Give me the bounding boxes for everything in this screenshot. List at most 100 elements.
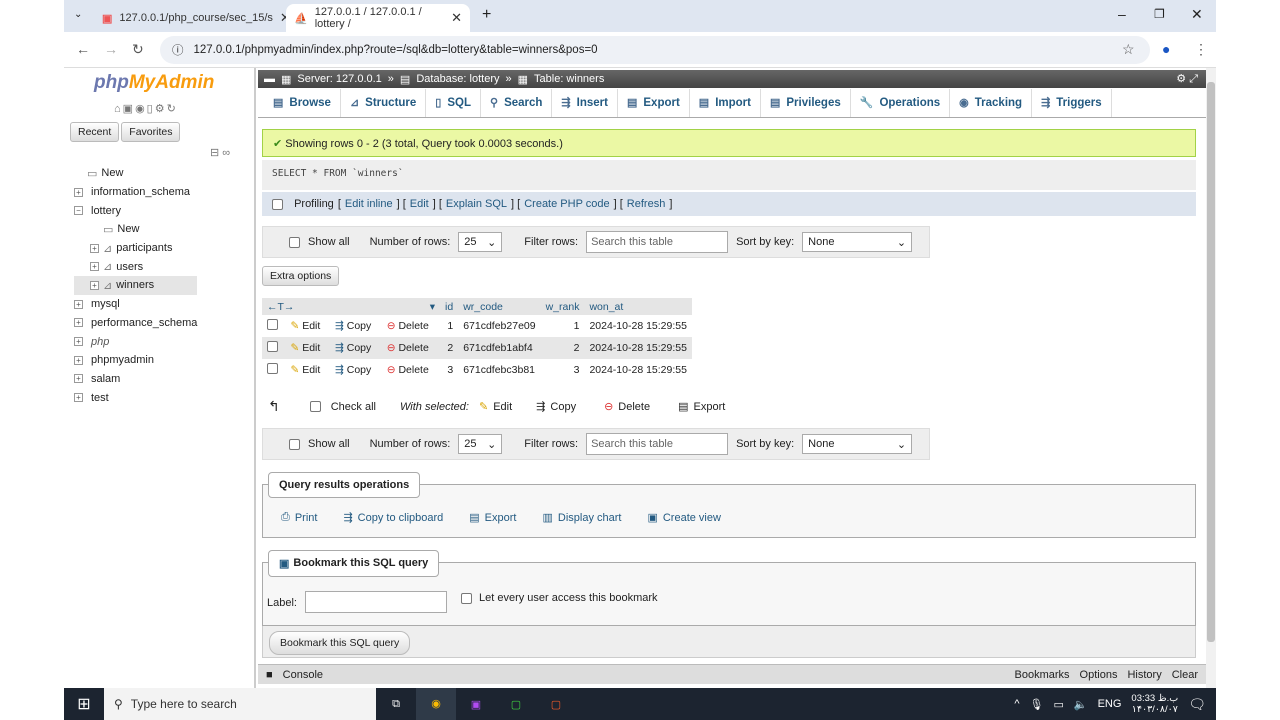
- phpmyadmin-logo[interactable]: phpMyAdmin: [94, 72, 214, 94]
- tab-sql[interactable]: ▯ SQL: [426, 88, 481, 117]
- notifications-icon[interactable]: 🗨: [1188, 696, 1206, 713]
- app-green-icon[interactable]: ▢: [496, 698, 536, 711]
- phpstorm-icon[interactable]: ▣: [456, 698, 496, 711]
- cell-won-at[interactable]: 2024-10-28 15:29:55: [584, 337, 692, 359]
- console-options[interactable]: Options: [1080, 669, 1118, 681]
- tree-item[interactable]: − lottery: [74, 201, 197, 220]
- app-orange-icon[interactable]: ▢: [536, 698, 576, 711]
- tree-item[interactable]: ▭ New: [74, 164, 197, 183]
- check-all-label[interactable]: Check all: [331, 401, 376, 413]
- minimize-icon[interactable]: –: [1118, 6, 1126, 22]
- bulk-edit-button[interactable]: ✎ Edit: [479, 400, 512, 414]
- help-icon[interactable]: ◉: [135, 103, 147, 115]
- site-info-icon[interactable]: ⓘ: [172, 42, 184, 58]
- edit-row-button[interactable]: ✎ Edit: [285, 337, 330, 359]
- edit-link[interactable]: Edit: [410, 198, 429, 210]
- close-window-icon[interactable]: ✕: [1191, 6, 1203, 23]
- volume-icon[interactable]: 🔈: [1074, 698, 1088, 711]
- column-header-id[interactable]: id: [440, 298, 459, 315]
- tab-search-chevron-icon[interactable]: ⌄: [74, 9, 82, 20]
- copy-row-button[interactable]: ⇶ Copy: [330, 337, 382, 359]
- language-indicator[interactable]: ENG: [1098, 698, 1122, 710]
- console-clear[interactable]: Clear: [1172, 669, 1198, 681]
- tab-tracking[interactable]: ◉ Tracking: [950, 88, 1033, 117]
- breadcrumb-server[interactable]: Server: 127.0.0.1: [297, 73, 381, 85]
- settings-icon[interactable]: ⚙ ⤢: [1176, 72, 1198, 86]
- recent-tab[interactable]: Recent: [70, 122, 120, 142]
- delete-row-button[interactable]: ⊖ Delete: [382, 315, 440, 337]
- row-checkbox[interactable]: [267, 319, 278, 330]
- tab-operations[interactable]: 🔧 Operations: [851, 88, 951, 117]
- refresh-link[interactable]: Refresh: [627, 198, 666, 210]
- tree-item[interactable]: + mysql: [74, 295, 197, 314]
- network-icon[interactable]: ▭: [1053, 698, 1063, 711]
- console-toggle[interactable]: Console: [283, 669, 323, 681]
- tree-item[interactable]: + ⊿ participants: [74, 239, 197, 258]
- show-all-label[interactable]: Show all: [308, 438, 350, 450]
- tree-item[interactable]: + salam: [74, 370, 197, 389]
- clock[interactable]: 03:33 ب.ظ ۱۴۰۳/۰۸/۰۷: [1131, 693, 1178, 715]
- back-icon[interactable]: ←: [76, 41, 90, 57]
- sort-select[interactable]: None ⌄: [802, 232, 913, 252]
- cell-w-rank[interactable]: 2: [540, 337, 585, 359]
- tab-triggers[interactable]: ⇶ Triggers: [1032, 88, 1112, 117]
- expand-icon[interactable]: +: [74, 393, 83, 403]
- tree-item[interactable]: + phpmyadmin: [74, 351, 197, 370]
- collapse-panel-icon[interactable]: ▬: [264, 73, 275, 85]
- cell-id[interactable]: 3: [440, 359, 458, 381]
- windows-start-icon[interactable]: ⊞: [64, 694, 104, 714]
- rows-select[interactable]: 25 ⌄: [458, 232, 503, 252]
- expand-icon[interactable]: +: [90, 280, 99, 290]
- export-link[interactable]: ▤ Export: [469, 511, 516, 525]
- edit-row-button[interactable]: ✎ Edit: [285, 315, 330, 337]
- extra-options-button[interactable]: Extra options: [262, 266, 340, 286]
- cell-wr-code[interactable]: 671cdfeb1abf4: [458, 337, 541, 359]
- close-tab-icon[interactable]: ✕: [451, 10, 462, 26]
- tree-item[interactable]: + ⊿ users: [74, 257, 197, 276]
- tree-item[interactable]: + ⊿ winners: [74, 276, 198, 295]
- cell-id[interactable]: 2: [440, 337, 459, 359]
- expand-icon[interactable]: +: [74, 318, 83, 328]
- check-all-checkbox[interactable]: [309, 401, 321, 412]
- create-php-code-link[interactable]: Create PHP code: [524, 198, 609, 210]
- public-bookmark-label[interactable]: Let every user access this bookmark: [479, 592, 658, 604]
- bookmark-star-icon[interactable]: ☆: [1122, 41, 1135, 58]
- profile-icon[interactable]: ●: [1162, 41, 1170, 57]
- delete-row-button[interactable]: ⊖ Delete: [382, 359, 440, 381]
- collapse-all-icon[interactable]: ⊟ ∞: [210, 146, 230, 159]
- tree-item[interactable]: + information_schema: [74, 183, 197, 202]
- tab-privileges[interactable]: ▤ Privileges: [761, 88, 851, 117]
- tree-item[interactable]: + performance_schema: [74, 314, 197, 333]
- chrome-icon[interactable]: ◉: [416, 688, 456, 720]
- row-checkbox[interactable]: [267, 363, 278, 374]
- console-bookmarks[interactable]: Bookmarks: [1015, 669, 1070, 681]
- cell-won-at[interactable]: 2024-10-28 15:29:55: [584, 359, 692, 381]
- edit-row-button[interactable]: ✎ Edit: [285, 359, 330, 381]
- show-all-label[interactable]: Show all: [308, 236, 350, 248]
- task-view-icon[interactable]: ⧉: [376, 698, 416, 711]
- explain-sql-link[interactable]: Explain SQL: [446, 198, 507, 210]
- page-scrollbar[interactable]: [1206, 68, 1216, 688]
- cell-id[interactable]: 1: [440, 315, 458, 337]
- tab-search[interactable]: ⚲ Search: [481, 88, 553, 117]
- profiling-checkbox[interactable]: [272, 198, 283, 210]
- rows-select[interactable]: 25 ⌄: [458, 434, 503, 454]
- column-header-wr-code[interactable]: wr_code: [458, 298, 541, 315]
- browser-tab-2[interactable]: ⛵ 127.0.0.1 / 127.0.0.1 / lottery / ✕: [286, 4, 470, 32]
- browser-tab-1[interactable]: ▣127.0.0.1/php_course/sec_15/s✕: [94, 4, 291, 32]
- address-bar[interactable]: ⓘ 127.0.0.1/phpmyadmin/index.php?route=/s…: [160, 36, 1150, 64]
- bulk-copy-button[interactable]: ⇶ Copy: [536, 400, 576, 414]
- cell-w-rank[interactable]: 1: [541, 315, 585, 337]
- cell-wr-code[interactable]: 671cdfebc3b81: [458, 359, 540, 381]
- delete-row-button[interactable]: ⊖ Delete: [381, 337, 440, 359]
- filter-rows-input[interactable]: Search this table: [586, 231, 729, 253]
- cell-wr-code[interactable]: 671cdfeb27e09: [458, 315, 540, 337]
- show-all-checkbox[interactable]: [289, 438, 300, 450]
- microphone-icon[interactable]: 🎙: [1030, 698, 1044, 711]
- cell-w-rank[interactable]: 3: [541, 359, 585, 381]
- expand-icon[interactable]: [74, 168, 83, 178]
- display-chart-link[interactable]: ▥ Display chart: [542, 511, 621, 525]
- logout-icon[interactable]: ▣: [123, 103, 135, 115]
- sort-select[interactable]: None ⌄: [802, 434, 913, 454]
- column-header-won-at[interactable]: won_at: [584, 298, 692, 315]
